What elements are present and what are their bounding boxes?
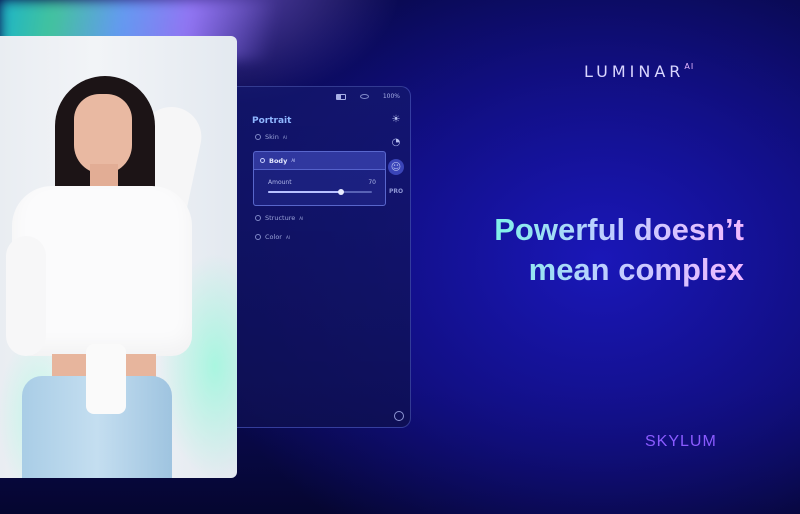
tool-label: Skin bbox=[265, 133, 279, 141]
amount-row: Amount 70 bbox=[268, 179, 376, 186]
compare-icon[interactable] bbox=[335, 93, 346, 100]
headline: Powerful doesn’t mean complex bbox=[494, 210, 744, 290]
panel-toolbar: 100% bbox=[335, 93, 400, 100]
eye-icon[interactable] bbox=[359, 94, 369, 99]
brand-suffix: AI bbox=[684, 62, 695, 71]
tool-category-bar: ☀ ◔ ☺ PRO bbox=[388, 113, 404, 198]
amount-label: Amount bbox=[268, 179, 292, 186]
amount-slider-fill bbox=[268, 191, 341, 193]
palette-icon[interactable]: ◔ bbox=[390, 136, 403, 149]
pro-tools-button[interactable]: PRO bbox=[389, 185, 403, 198]
skin-icon bbox=[255, 134, 261, 140]
tool-label: Color bbox=[265, 233, 282, 241]
tool-item-body-header[interactable]: Body AI bbox=[254, 152, 385, 170]
smile-icon[interactable]: ☺ bbox=[388, 159, 404, 175]
portrait-photo bbox=[0, 36, 237, 478]
history-icon[interactable] bbox=[394, 411, 404, 421]
structure-icon bbox=[255, 215, 261, 221]
ai-badge: AI bbox=[299, 215, 304, 221]
amount-slider[interactable] bbox=[268, 189, 372, 195]
tool-item-body[interactable]: Body AI Amount 70 bbox=[253, 151, 386, 206]
amount-slider-handle[interactable] bbox=[337, 189, 344, 195]
section-title: Portrait bbox=[252, 116, 292, 126]
ai-badge: AI bbox=[291, 158, 296, 163]
color-icon bbox=[255, 234, 261, 240]
ai-badge: AI bbox=[282, 134, 287, 140]
brand-name: LUMINAR bbox=[584, 62, 685, 81]
ai-badge: AI bbox=[285, 234, 290, 240]
tool-item-skin[interactable]: Skin AI bbox=[255, 133, 287, 141]
editor-panel: 100% Portrait Skin AI Body AI Amount 70 … bbox=[237, 86, 411, 428]
amount-value: 70 bbox=[368, 179, 376, 186]
tool-item-color[interactable]: Color AI bbox=[255, 233, 290, 241]
sun-icon[interactable]: ☀ bbox=[390, 113, 403, 126]
tool-item-structure[interactable]: Structure AI bbox=[255, 214, 303, 222]
tool-label: Structure bbox=[265, 214, 296, 222]
brand-logo: LUMINARAI bbox=[584, 62, 694, 81]
tool-label: Body bbox=[269, 156, 288, 165]
body-icon bbox=[260, 158, 265, 163]
zoom-level[interactable]: 100% bbox=[383, 93, 400, 100]
headline-line-1: Powerful doesn’t bbox=[494, 212, 744, 247]
headline-line-2: mean complex bbox=[528, 252, 744, 287]
vendor-logo: SKYLUM bbox=[645, 433, 717, 450]
